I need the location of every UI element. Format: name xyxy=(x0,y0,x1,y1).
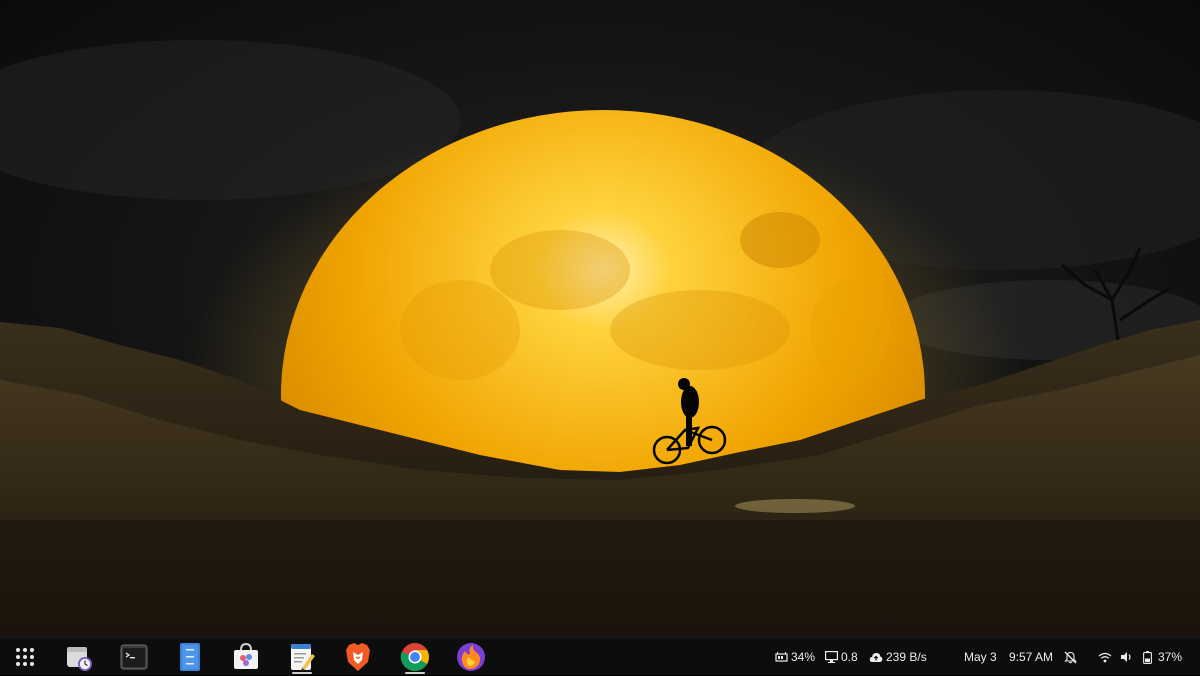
brave-icon[interactable] xyxy=(342,641,374,673)
desktop-wallpaper xyxy=(0,0,1200,637)
memory-usage-text: 34% xyxy=(791,650,816,664)
memory-icon xyxy=(775,651,788,662)
network-speed-text: 239 B/s xyxy=(886,650,927,664)
load-average-text: 0.8 xyxy=(841,650,858,664)
terminal-icon[interactable] xyxy=(118,641,150,673)
running-indicator xyxy=(292,672,312,674)
clock-label[interactable]: 9:57 AM xyxy=(1009,638,1053,676)
volume-icon[interactable] xyxy=(1120,638,1136,676)
text-editor-icon[interactable] xyxy=(286,641,318,674)
app-grid-icon[interactable] xyxy=(9,641,41,673)
running-indicator xyxy=(405,672,425,674)
battery-icon xyxy=(1143,650,1152,664)
network-indicator[interactable]: 239 B/s xyxy=(869,638,927,676)
clock-app-icon[interactable] xyxy=(63,641,95,673)
store-icon[interactable] xyxy=(230,641,262,673)
monitor-icon xyxy=(825,651,838,663)
memory-indicator[interactable]: 34% xyxy=(775,638,815,676)
date-label[interactable]: May 3 xyxy=(964,638,997,676)
battery-percent-text: 37% xyxy=(1158,650,1183,664)
notifications-muted-icon[interactable] xyxy=(1064,638,1080,676)
file-manager-icon[interactable] xyxy=(174,641,206,673)
battery-indicator[interactable]: 37% xyxy=(1143,638,1182,676)
chrome-icon[interactable] xyxy=(399,641,431,674)
load-indicator[interactable]: 0.8 xyxy=(825,638,858,676)
cloud-upload-icon xyxy=(869,652,883,662)
taskbar: 34% 0.8 239 B/s May 3 9:57 AM 37% xyxy=(0,637,1200,675)
firefox-icon[interactable] xyxy=(455,641,487,673)
wifi-icon[interactable] xyxy=(1098,638,1115,676)
